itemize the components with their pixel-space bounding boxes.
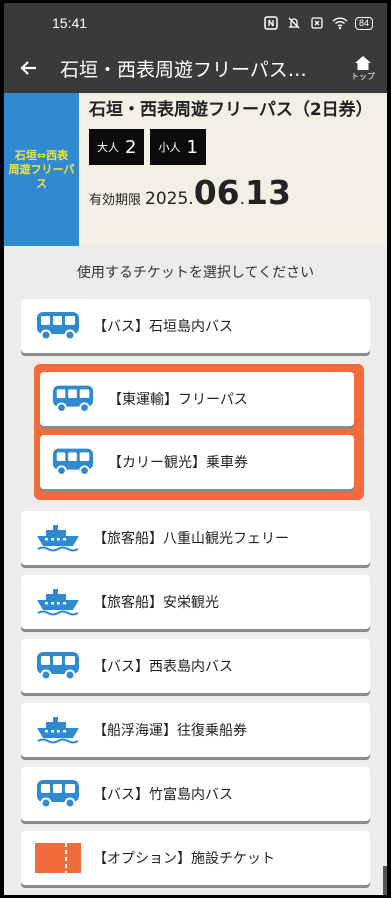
scrollbar[interactable] <box>383 866 387 895</box>
ticket-item[interactable]: 【バス】石垣島内バス <box>21 299 370 353</box>
bus-icon <box>21 311 83 341</box>
home-button[interactable]: トップ <box>341 43 385 93</box>
adult-count-badge: 大人 2 <box>89 129 145 165</box>
device-frame: 15:41 84 石垣・西表周遊フリーパス… トップ 石垣⇔西表 周遊フリーパス… <box>0 0 391 898</box>
ticket-label: 【船浮海運】往復乗船券 <box>93 723 247 739</box>
screen: 15:41 84 石垣・西表周遊フリーパス… トップ 石垣⇔西表 周遊フリーパス… <box>4 3 387 895</box>
ticket-item[interactable]: 【バス】西表島内バス <box>21 639 370 693</box>
validity-day: 13 <box>245 173 291 212</box>
ticket-label: 【東運輸】フリーパス <box>108 392 248 408</box>
ticket-label: 【旅客船】安栄観光 <box>93 595 219 611</box>
home-icon <box>355 55 371 70</box>
back-button[interactable] <box>4 43 54 93</box>
bus-icon <box>21 779 83 809</box>
mute-icon <box>286 16 302 30</box>
ticket-item[interactable]: 【オプション】施設チケット <box>21 831 370 885</box>
ship-icon <box>21 587 83 617</box>
ticket-item[interactable]: 【旅客船】安栄観光 <box>21 575 370 629</box>
status-icons: 84 <box>263 16 373 30</box>
ticket-label: 【バス】竹富島内バス <box>93 787 233 803</box>
wifi-icon <box>332 16 348 30</box>
home-label: トップ <box>351 71 375 81</box>
ticket-counts: 大人 2 小人 1 <box>89 129 379 165</box>
ticket-item[interactable]: 【東運輸】フリーパス <box>40 372 354 426</box>
bus-icon <box>40 384 98 414</box>
pass-header: 石垣⇔西表 周遊フリーパス 石垣・西表周遊フリーパス（2日券） 大人 2 小人 … <box>4 93 387 246</box>
bus-icon <box>40 447 98 477</box>
ticket-label: 【カリー観光】乗車券 <box>108 455 248 471</box>
ticket-label: 【バス】石垣島内バス <box>93 319 233 335</box>
validity: 有効期限 2025 . 06 . 13 <box>89 173 291 212</box>
ticket-item[interactable]: 【旅客船】八重山観光フェリー <box>21 511 370 565</box>
ticket-item[interactable]: 【船浮海運】往復乗船券 <box>21 703 370 757</box>
pass-info: 石垣・西表周遊フリーパス（2日券） 大人 2 小人 1 有効期限 2025 . … <box>79 93 387 246</box>
ticket-label: 【旅客船】八重山観光フェリー <box>93 531 289 547</box>
status-bar: 15:41 84 <box>4 3 387 43</box>
ticket-item[interactable]: 【バス】竹富島内バス <box>21 767 370 821</box>
ticket-list-area: 使用するチケットを選択してください 【バス】石垣島内バス 【東運輸】フリーパス … <box>4 246 387 895</box>
instruction-text: 使用するチケットを選択してください <box>76 265 315 281</box>
ticket-icon <box>21 842 83 874</box>
page-title: 石垣・西表周遊フリーパス… <box>60 58 307 81</box>
validity-month: 06 <box>193 173 240 212</box>
pass-logo: 石垣⇔西表 周遊フリーパス <box>4 93 79 246</box>
sim-off-icon <box>309 16 325 30</box>
ship-icon <box>21 715 83 745</box>
pass-name: 石垣・西表周遊フリーパス（2日券） <box>89 100 373 120</box>
nfc-icon <box>263 16 279 30</box>
status-time: 15:41 <box>52 15 88 31</box>
ship-icon <box>21 523 83 553</box>
ticket-item[interactable]: 【カリー観光】乗車券 <box>40 435 354 489</box>
ticket-label: 【バス】西表島内バス <box>93 659 233 675</box>
arrow-left-icon <box>20 61 36 75</box>
bus-icon <box>21 651 83 681</box>
app-bar: 石垣・西表周遊フリーパス… トップ <box>4 43 387 93</box>
battery-indicator: 84 <box>354 16 373 30</box>
pass-logo-text: 石垣⇔西表 周遊フリーパス <box>8 148 75 190</box>
child-count-badge: 小人 1 <box>150 129 206 165</box>
ticket-label: 【オプション】施設チケット <box>93 851 275 867</box>
